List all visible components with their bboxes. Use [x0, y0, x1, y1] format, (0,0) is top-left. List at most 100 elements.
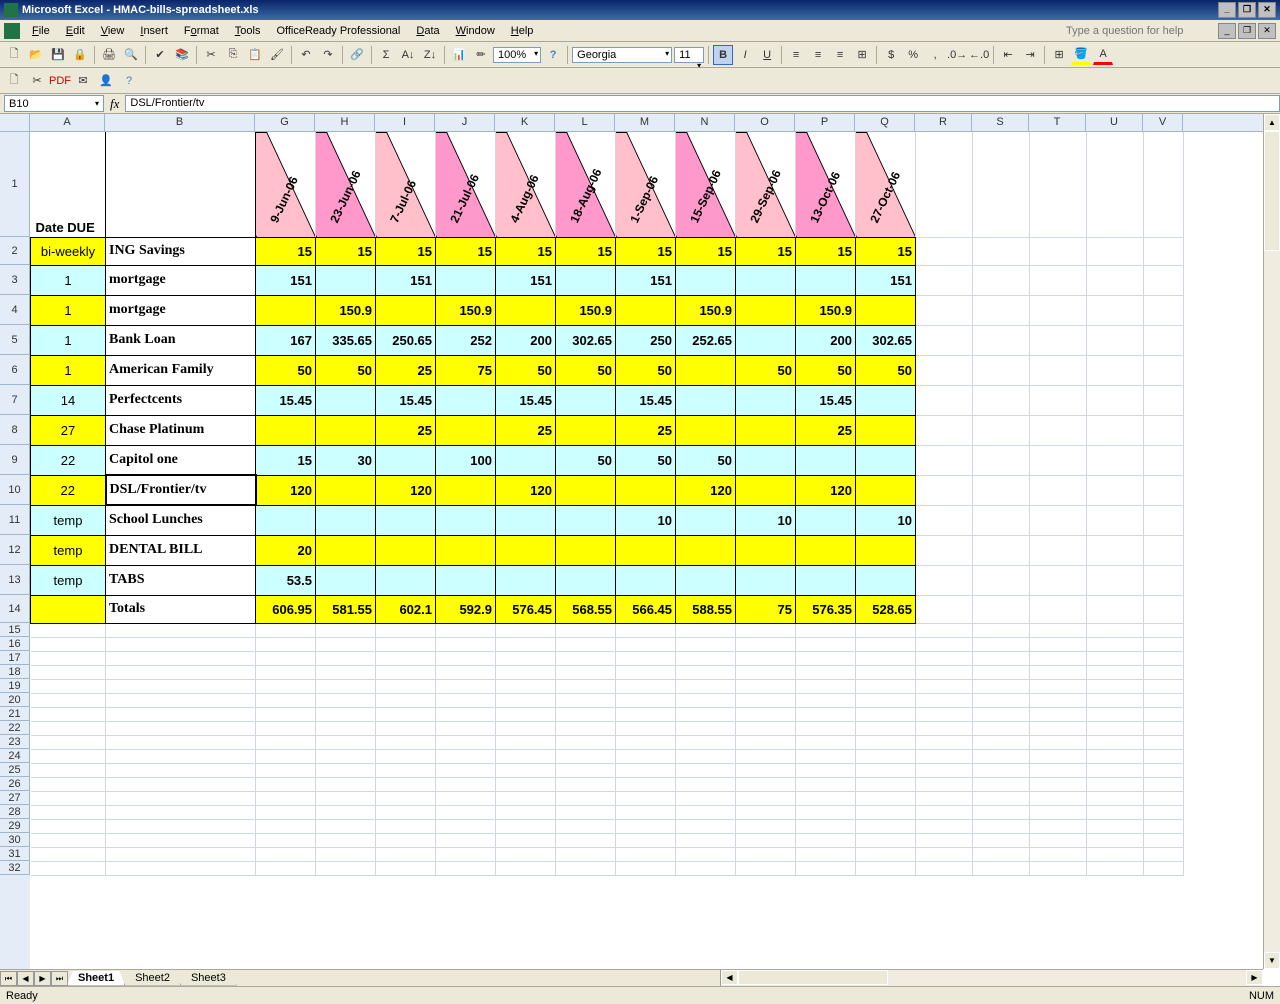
- col-header-M[interactable]: M: [615, 114, 675, 131]
- col-header-V[interactable]: V: [1143, 114, 1183, 131]
- row-header-17[interactable]: 17: [0, 651, 30, 665]
- font-name-dropdown[interactable]: Georgia: [572, 47, 672, 63]
- vertical-scrollbar[interactable]: ▲ ▼: [1263, 114, 1280, 969]
- menu-view[interactable]: View: [93, 23, 133, 39]
- row-header-23[interactable]: 23: [0, 735, 30, 749]
- paste-button[interactable]: 📋: [245, 45, 265, 65]
- underline-button[interactable]: U: [757, 45, 777, 65]
- undo-button[interactable]: ↶: [296, 45, 316, 65]
- align-left-button[interactable]: ≡: [786, 45, 806, 65]
- menu-insert[interactable]: Insert: [132, 23, 176, 39]
- col-header-O[interactable]: O: [735, 114, 795, 131]
- row-header-7[interactable]: 7: [0, 385, 30, 415]
- row-header-12[interactable]: 12: [0, 535, 30, 565]
- autosum-button[interactable]: Σ: [376, 45, 396, 65]
- cut-button[interactable]: ✂: [201, 45, 221, 65]
- col-header-G[interactable]: G: [255, 114, 315, 131]
- zoom-dropdown[interactable]: 100%: [493, 47, 541, 63]
- row-header-27[interactable]: 27: [0, 791, 30, 805]
- row-header-31[interactable]: 31: [0, 847, 30, 861]
- save-button[interactable]: 💾: [48, 45, 68, 65]
- col-header-N[interactable]: N: [675, 114, 735, 131]
- row-header-24[interactable]: 24: [0, 749, 30, 763]
- open-button[interactable]: 📂: [26, 45, 46, 65]
- tab-nav-first[interactable]: ⏮: [0, 971, 17, 986]
- preview-button[interactable]: 🔍: [121, 45, 141, 65]
- sheet-tab-2[interactable]: Sheet2: [124, 971, 181, 986]
- col-header-B[interactable]: B: [105, 114, 255, 131]
- pdf-review-button[interactable]: 👤: [96, 71, 116, 91]
- scroll-down-button[interactable]: ▼: [1264, 952, 1280, 969]
- row-header-25[interactable]: 25: [0, 763, 30, 777]
- vscroll-thumb[interactable]: [1264, 131, 1280, 251]
- col-header-R[interactable]: R: [915, 114, 972, 131]
- col-header-Q[interactable]: Q: [855, 114, 915, 131]
- bold-button[interactable]: B: [713, 45, 733, 65]
- col-header-P[interactable]: P: [795, 114, 855, 131]
- mdi-minimize[interactable]: _: [1218, 23, 1236, 39]
- hscroll-thumb[interactable]: [738, 970, 888, 985]
- pdf-help-button[interactable]: ?: [119, 71, 139, 91]
- sheet-tab-3[interactable]: Sheet3: [180, 971, 237, 986]
- minimize-button[interactable]: _: [1218, 2, 1236, 18]
- italic-button[interactable]: I: [735, 45, 755, 65]
- row-header-8[interactable]: 8: [0, 415, 30, 445]
- borders-button[interactable]: ⊞: [1049, 45, 1069, 65]
- row-header-1[interactable]: 1: [0, 132, 30, 237]
- menu-officeready[interactable]: OfficeReady Professional: [268, 23, 408, 39]
- horizontal-scrollbar[interactable]: ◀ ▶: [720, 970, 1263, 986]
- menu-window[interactable]: Window: [448, 23, 503, 39]
- col-header-L[interactable]: L: [555, 114, 615, 131]
- merge-button[interactable]: ⊞: [852, 45, 872, 65]
- percent-button[interactable]: %: [903, 45, 923, 65]
- font-color-button[interactable]: A: [1093, 45, 1113, 65]
- font-size-dropdown[interactable]: 11: [674, 47, 704, 63]
- pdf-mail-button[interactable]: ✉: [73, 71, 93, 91]
- mdi-restore[interactable]: ❐: [1238, 23, 1256, 39]
- print-button[interactable]: 🖨: [99, 45, 119, 65]
- fx-icon[interactable]: fx: [104, 96, 125, 112]
- tab-nav-next[interactable]: ▶: [34, 971, 51, 986]
- row-header-9[interactable]: 9: [0, 445, 30, 475]
- col-header-K[interactable]: K: [495, 114, 555, 131]
- row-header-4[interactable]: 4: [0, 295, 30, 325]
- sort-asc-button[interactable]: A↓: [398, 45, 418, 65]
- row-header-28[interactable]: 28: [0, 805, 30, 819]
- row-header-21[interactable]: 21: [0, 707, 30, 721]
- name-box[interactable]: B10▾: [4, 95, 104, 112]
- redo-button[interactable]: ↷: [318, 45, 338, 65]
- help-input[interactable]: [1066, 25, 1206, 37]
- col-header-T[interactable]: T: [1029, 114, 1086, 131]
- row-header-30[interactable]: 30: [0, 833, 30, 847]
- copy-button[interactable]: ⎘: [223, 45, 243, 65]
- sort-desc-button[interactable]: Z↓: [420, 45, 440, 65]
- help-search[interactable]: [1066, 25, 1210, 37]
- dec-indent-button[interactable]: ⇤: [998, 45, 1018, 65]
- align-right-button[interactable]: ≡: [830, 45, 850, 65]
- scroll-left-button[interactable]: ◀: [721, 970, 738, 985]
- drawing-button[interactable]: ✏: [471, 45, 491, 65]
- col-header-H[interactable]: H: [315, 114, 375, 131]
- scroll-up-button[interactable]: ▲: [1264, 114, 1280, 131]
- sheet-tab-1[interactable]: Sheet1: [67, 971, 125, 986]
- row-header-15[interactable]: 15: [0, 623, 30, 637]
- chart-button[interactable]: 📊: [449, 45, 469, 65]
- row-header-10[interactable]: 10: [0, 475, 30, 505]
- col-header-U[interactable]: U: [1086, 114, 1143, 131]
- tab-nav-last[interactable]: ⏭: [51, 971, 68, 986]
- menu-format[interactable]: Format: [176, 23, 227, 39]
- formula-bar[interactable]: DSL/Frontier/tv: [125, 95, 1280, 112]
- new-button[interactable]: 🗋: [4, 45, 24, 65]
- select-all-corner[interactable]: [0, 114, 30, 132]
- comma-button[interactable]: ,: [925, 45, 945, 65]
- inc-decimal-button[interactable]: .0→: [947, 45, 967, 65]
- row-header-32[interactable]: 32: [0, 861, 30, 875]
- help-button[interactable]: ?: [543, 45, 563, 65]
- fill-color-button[interactable]: 🪣: [1071, 45, 1091, 65]
- scroll-right-button[interactable]: ▶: [1246, 970, 1263, 985]
- row-header-5[interactable]: 5: [0, 325, 30, 355]
- row-header-14[interactable]: 14: [0, 595, 30, 623]
- row-header-3[interactable]: 3: [0, 265, 30, 295]
- row-header-18[interactable]: 18: [0, 665, 30, 679]
- menu-data[interactable]: Data: [408, 23, 447, 39]
